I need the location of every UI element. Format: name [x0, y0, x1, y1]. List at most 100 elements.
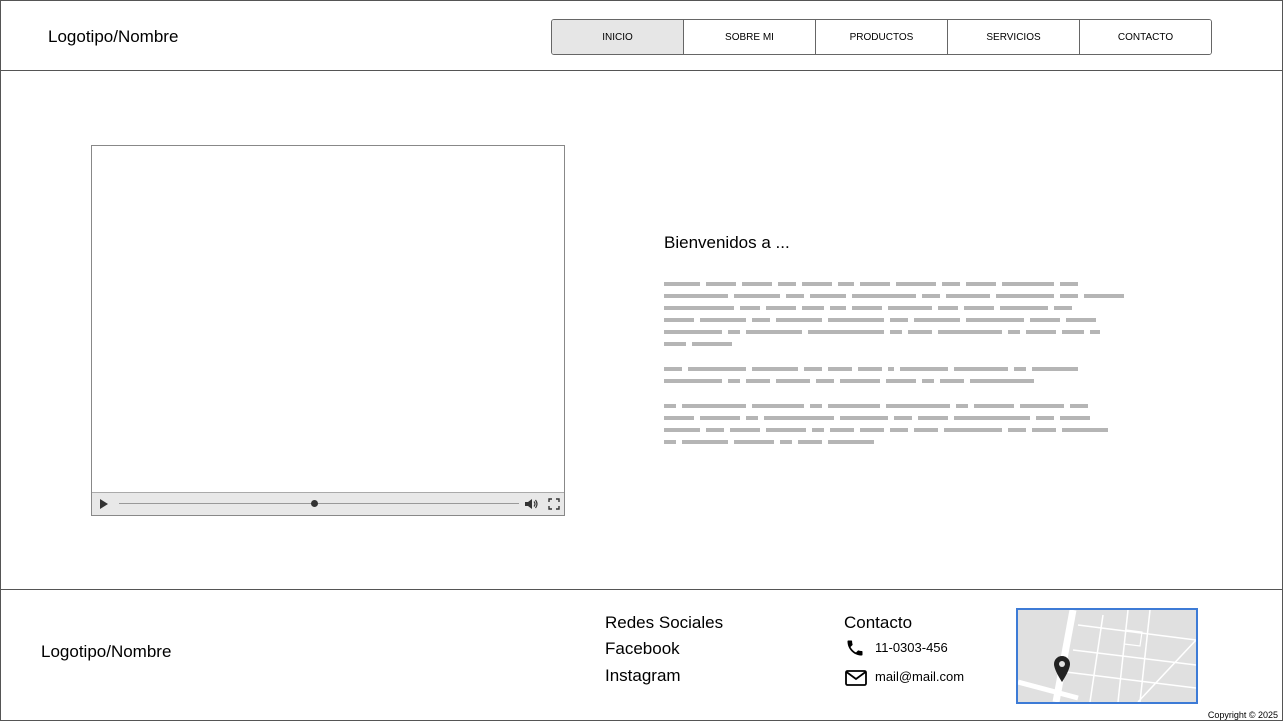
seek-slider[interactable] — [119, 503, 519, 504]
placeholder-word — [802, 306, 824, 310]
placeholder-word — [970, 379, 1034, 383]
placeholder-word — [764, 416, 834, 420]
placeholder-word — [664, 294, 728, 298]
placeholder-word — [908, 330, 932, 334]
placeholder-word — [752, 404, 804, 408]
placeholder-word — [664, 330, 722, 334]
placeholder-word — [1020, 404, 1064, 408]
placeholder-word — [964, 306, 994, 310]
placeholder-word — [688, 367, 746, 371]
placeholder-word — [860, 282, 890, 286]
placeholder-word — [766, 306, 796, 310]
header-logo[interactable]: Logotipo/Nombre — [48, 27, 178, 47]
welcome-title: Bienvenidos a ... — [664, 233, 790, 252]
placeholder-word — [1014, 367, 1026, 371]
placeholder-text-line — [664, 426, 1174, 438]
contact-title: Contacto — [844, 613, 913, 632]
placeholder-word — [830, 428, 854, 432]
placeholder-word — [810, 404, 822, 408]
footer-logo[interactable]: Logotipo/Nombre — [41, 642, 171, 662]
contact-phone[interactable]: 11-0303-456 — [875, 640, 948, 655]
placeholder-word — [1008, 330, 1020, 334]
placeholder-word — [1032, 367, 1078, 371]
video-player[interactable] — [91, 145, 565, 516]
site-header: Logotipo/Nombre INICIO SOBRE MI PRODUCTO… — [1, 1, 1282, 71]
placeholder-word — [1062, 330, 1084, 334]
placeholder-word — [786, 294, 804, 298]
placeholder-word — [776, 379, 810, 383]
placeholder-word — [1060, 282, 1078, 286]
placeholder-word — [938, 306, 958, 310]
placeholder-word — [776, 318, 822, 322]
placeholder-word — [730, 428, 760, 432]
placeholder-word — [664, 318, 694, 322]
placeholder-word — [1000, 306, 1048, 310]
placeholder-word — [888, 367, 894, 371]
placeholder-word — [896, 282, 936, 286]
placeholder-word — [780, 440, 792, 444]
social-title: Redes Sociales — [605, 613, 724, 632]
placeholder-word — [664, 404, 676, 408]
placeholder-word — [812, 428, 824, 432]
fullscreen-icon[interactable] — [548, 498, 560, 510]
placeholder-word — [966, 282, 996, 286]
placeholder-text-line — [664, 377, 1174, 389]
placeholder-word — [828, 318, 884, 322]
placeholder-text-line — [664, 414, 1174, 426]
placeholder-word — [808, 330, 884, 334]
nav-item-servicios[interactable]: SERVICIOS — [948, 20, 1080, 54]
placeholder-word — [860, 428, 884, 432]
placeholder-word — [918, 416, 948, 420]
placeholder-word — [858, 367, 882, 371]
placeholder-text-line — [664, 365, 1174, 377]
placeholder-word — [706, 282, 736, 286]
placeholder-word — [828, 404, 880, 408]
placeholder-word — [1084, 294, 1124, 298]
placeholder-word — [914, 318, 960, 322]
placeholder-text-line — [664, 402, 1174, 414]
mail-icon — [845, 670, 867, 686]
placeholder-word — [734, 294, 780, 298]
placeholder-word — [664, 306, 734, 310]
nav-item-productos[interactable]: PRODUCTOS — [816, 20, 948, 54]
placeholder-word — [700, 416, 740, 420]
nav-item-inicio[interactable]: INICIO — [552, 20, 684, 54]
placeholder-text-line — [664, 328, 1174, 340]
placeholder-word — [798, 440, 822, 444]
location-map[interactable] — [1016, 608, 1198, 704]
play-icon[interactable] — [100, 499, 108, 509]
placeholder-word — [682, 404, 746, 408]
placeholder-text-line — [664, 304, 1174, 316]
map-pin-icon — [1054, 656, 1070, 682]
placeholder-word — [1054, 306, 1072, 310]
placeholder-word — [900, 367, 948, 371]
placeholder-word — [682, 440, 728, 444]
placeholder-word — [890, 428, 908, 432]
instagram-link[interactable]: Instagram — [605, 666, 681, 686]
placeholder-word — [828, 440, 874, 444]
placeholder-word — [746, 416, 758, 420]
placeholder-word — [1062, 428, 1108, 432]
placeholder-word — [956, 404, 968, 408]
facebook-link[interactable]: Facebook — [605, 639, 680, 659]
placeholder-word — [810, 294, 846, 298]
seek-handle[interactable] — [311, 500, 318, 507]
volume-icon[interactable] — [524, 498, 538, 510]
phone-icon — [847, 640, 863, 656]
placeholder-word — [830, 306, 846, 310]
placeholder-word — [938, 330, 1002, 334]
placeholder-word — [852, 294, 916, 298]
site-footer: Logotipo/Nombre Redes Sociales Facebook … — [1, 589, 1282, 721]
nav-item-sobre-mi[interactable]: SOBRE MI — [684, 20, 816, 54]
placeholder-word — [664, 428, 700, 432]
placeholder-word — [966, 318, 1024, 322]
placeholder-word — [922, 294, 940, 298]
contact-email[interactable]: mail@mail.com — [875, 669, 964, 684]
placeholder-word — [954, 416, 1030, 420]
placeholder-word — [1002, 282, 1054, 286]
placeholder-word — [706, 428, 724, 432]
placeholder-word — [804, 367, 822, 371]
placeholder-word — [886, 379, 916, 383]
nav-item-contacto[interactable]: CONTACTO — [1080, 20, 1211, 54]
